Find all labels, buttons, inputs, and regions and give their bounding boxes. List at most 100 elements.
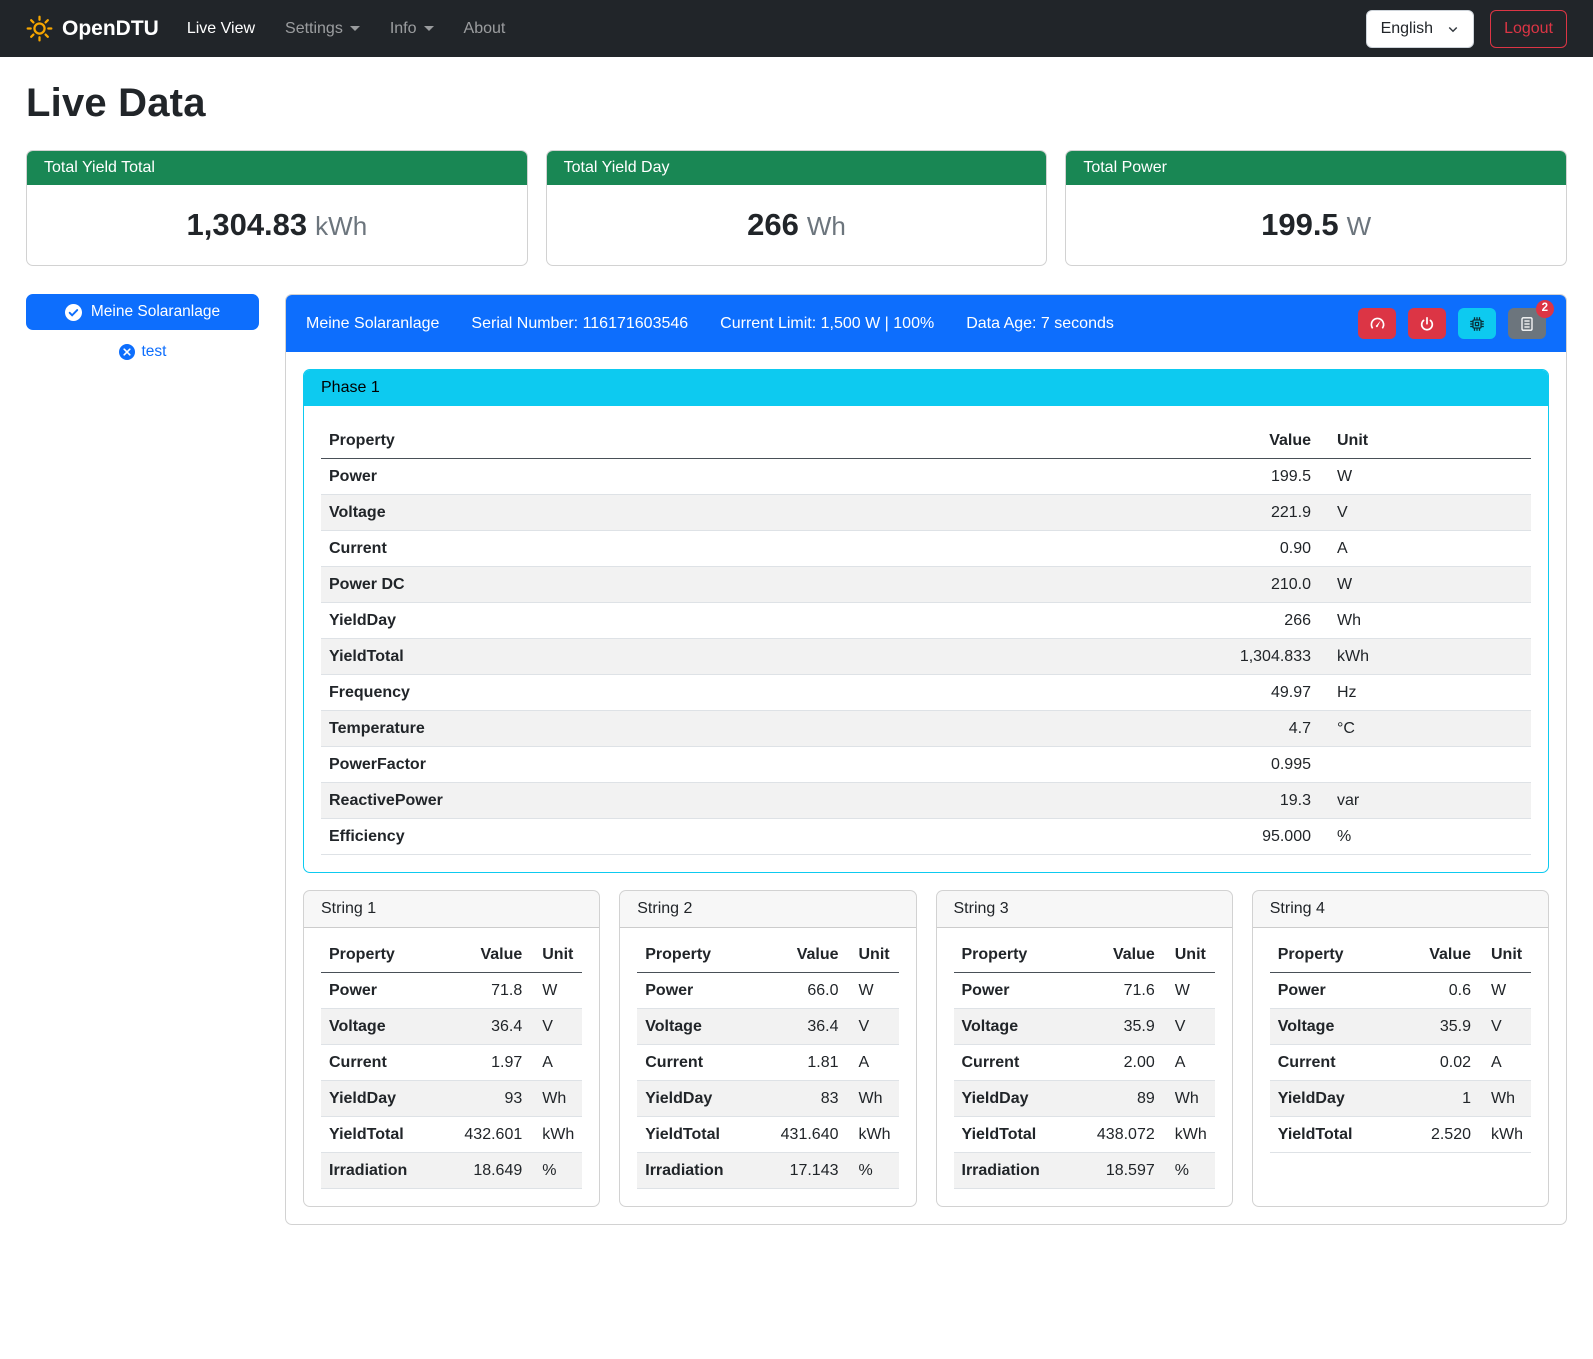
row-value: 0.6 [1401, 973, 1479, 1009]
row-value: 17.143 [769, 1153, 847, 1189]
nav-item-live-view[interactable]: Live View [187, 20, 255, 38]
inverter-sidebar: Meine Solaranlage test [26, 294, 259, 361]
language-select[interactable]: English [1366, 10, 1474, 48]
power-icon [1419, 316, 1435, 332]
col-header-property: Property [1270, 937, 1401, 973]
row-unit: °C [1319, 711, 1531, 747]
row-value: 0.02 [1401, 1045, 1479, 1081]
total-yield-day-value: 266 [747, 207, 799, 242]
total-yield-total-unit: kWh [315, 211, 367, 241]
card-total-power-body: 199.5W [1066, 185, 1566, 265]
power-button[interactable] [1408, 308, 1446, 339]
row-value: 19.3 [1149, 783, 1319, 819]
top-navbar: OpenDTU Live View Settings Info About En… [0, 0, 1593, 57]
row-value: 432.601 [452, 1117, 530, 1153]
string-1-title: String 1 [304, 891, 599, 928]
string-table-row: YieldDay 83 Wh [637, 1081, 898, 1117]
col-header-value: Value [1401, 937, 1479, 973]
nav-item-settings-label: Settings [285, 20, 343, 38]
row-unit: Wh [1479, 1081, 1531, 1117]
row-value: 35.9 [1401, 1009, 1479, 1045]
nav-item-settings[interactable]: Settings [285, 20, 360, 38]
col-header-property: Property [954, 937, 1085, 973]
phase-table-row: Power 199.5 W [321, 459, 1531, 495]
string-card-2: String 2 Property Value Unit [619, 890, 916, 1207]
phase-table-row: Power DC 210.0 W [321, 567, 1531, 603]
sidebar-inverter-active[interactable]: Meine Solaranlage [26, 294, 259, 330]
row-unit: V [1319, 495, 1531, 531]
sidebar-inverter-test-label: test [142, 343, 167, 361]
string-table-header-row: Property Value Unit [1270, 937, 1531, 973]
string-table-header-row: Property Value Unit [637, 937, 898, 973]
row-value: 36.4 [769, 1009, 847, 1045]
string-table-row: YieldDay 93 Wh [321, 1081, 582, 1117]
string-table-row: Voltage 35.9 V [1270, 1009, 1531, 1045]
summary-cards: Total Yield Total 1,304.83kWh Total Yiel… [26, 150, 1567, 266]
content-row: Meine Solaranlage test Meine Solaranlage… [26, 294, 1567, 1225]
phase-table-row: Temperature 4.7 °C [321, 711, 1531, 747]
limit-settings-button[interactable] [1358, 308, 1396, 339]
inverter-panel: Meine Solaranlage Serial Number: 1161716… [285, 294, 1567, 1225]
device-info-button[interactable] [1458, 308, 1496, 339]
card-total-yield-total-body: 1,304.83kWh [27, 185, 527, 265]
row-unit: A [530, 1045, 582, 1081]
row-unit: % [530, 1153, 582, 1189]
row-property: Temperature [321, 711, 1149, 747]
row-property: YieldDay [954, 1081, 1085, 1117]
phase-table-row: ReactivePower 19.3 var [321, 783, 1531, 819]
string-table-row: Voltage 36.4 V [637, 1009, 898, 1045]
event-log-button[interactable]: 2 [1508, 308, 1546, 339]
string-table-row: Current 1.81 A [637, 1045, 898, 1081]
row-unit: A [1319, 531, 1531, 567]
row-value: 49.97 [1149, 675, 1319, 711]
row-unit: kWh [847, 1117, 899, 1153]
string-table-row: YieldTotal 431.640 kWh [637, 1117, 898, 1153]
page-container: Live Data Total Yield Total 1,304.83kWh … [0, 57, 1593, 1255]
nav-item-about-label: About [464, 20, 506, 38]
sidebar-inverter-test[interactable]: test [26, 343, 259, 361]
row-value: 1.81 [769, 1045, 847, 1081]
string-table-row: YieldDay 89 Wh [954, 1081, 1215, 1117]
string-1-body: Property Value Unit Power [304, 928, 599, 1206]
logout-button[interactable]: Logout [1490, 10, 1567, 48]
row-value: 199.5 [1149, 459, 1319, 495]
nav-item-info[interactable]: Info [390, 20, 434, 38]
string-table-row: YieldTotal 2.520 kWh [1270, 1117, 1531, 1153]
inverter-actions: 2 [1358, 308, 1546, 339]
phase-table-row: PowerFactor 0.995 [321, 747, 1531, 783]
cpu-icon [1469, 316, 1485, 332]
row-property: Voltage [954, 1009, 1085, 1045]
col-header-property: Property [321, 937, 452, 973]
row-unit: kWh [1319, 639, 1531, 675]
caret-down-icon [424, 26, 434, 31]
string-3-title: String 3 [937, 891, 1232, 928]
row-unit: A [1163, 1045, 1215, 1081]
row-unit: W [1479, 973, 1531, 1009]
row-property: Power [954, 973, 1085, 1009]
row-value: 93 [452, 1081, 530, 1117]
string-table-row: Irradiation 18.597 % [954, 1153, 1215, 1189]
row-unit: Wh [530, 1081, 582, 1117]
phase-table-header-row: Property Value Unit [321, 423, 1531, 459]
row-unit: kWh [1479, 1117, 1531, 1153]
row-property: Voltage [321, 1009, 452, 1045]
nav-item-about[interactable]: About [464, 20, 506, 38]
row-property: Irradiation [954, 1153, 1085, 1189]
string-4-table: Property Value Unit Power [1270, 937, 1531, 1153]
row-value: 66.0 [769, 973, 847, 1009]
inverter-serial: Serial Number: 116171603546 [471, 315, 688, 333]
strings-row: String 1 Property Value Unit [303, 890, 1549, 1207]
card-total-power: Total Power 199.5W [1065, 150, 1567, 266]
phase-table-row: YieldDay 266 Wh [321, 603, 1531, 639]
string-table-row: Power 0.6 W [1270, 973, 1531, 1009]
row-property: Current [954, 1045, 1085, 1081]
brand[interactable]: OpenDTU [26, 15, 159, 42]
row-value: 1.97 [452, 1045, 530, 1081]
card-total-yield-day-title: Total Yield Day [547, 151, 1047, 185]
row-property: YieldTotal [1270, 1117, 1401, 1153]
string-card-1: String 1 Property Value Unit [303, 890, 600, 1207]
total-yield-day-unit: Wh [807, 211, 846, 241]
chevron-down-icon [1447, 23, 1459, 35]
inverter-panel-header: Meine Solaranlage Serial Number: 1161716… [286, 295, 1566, 352]
card-total-yield-day: Total Yield Day 266 Wh [546, 150, 1048, 266]
